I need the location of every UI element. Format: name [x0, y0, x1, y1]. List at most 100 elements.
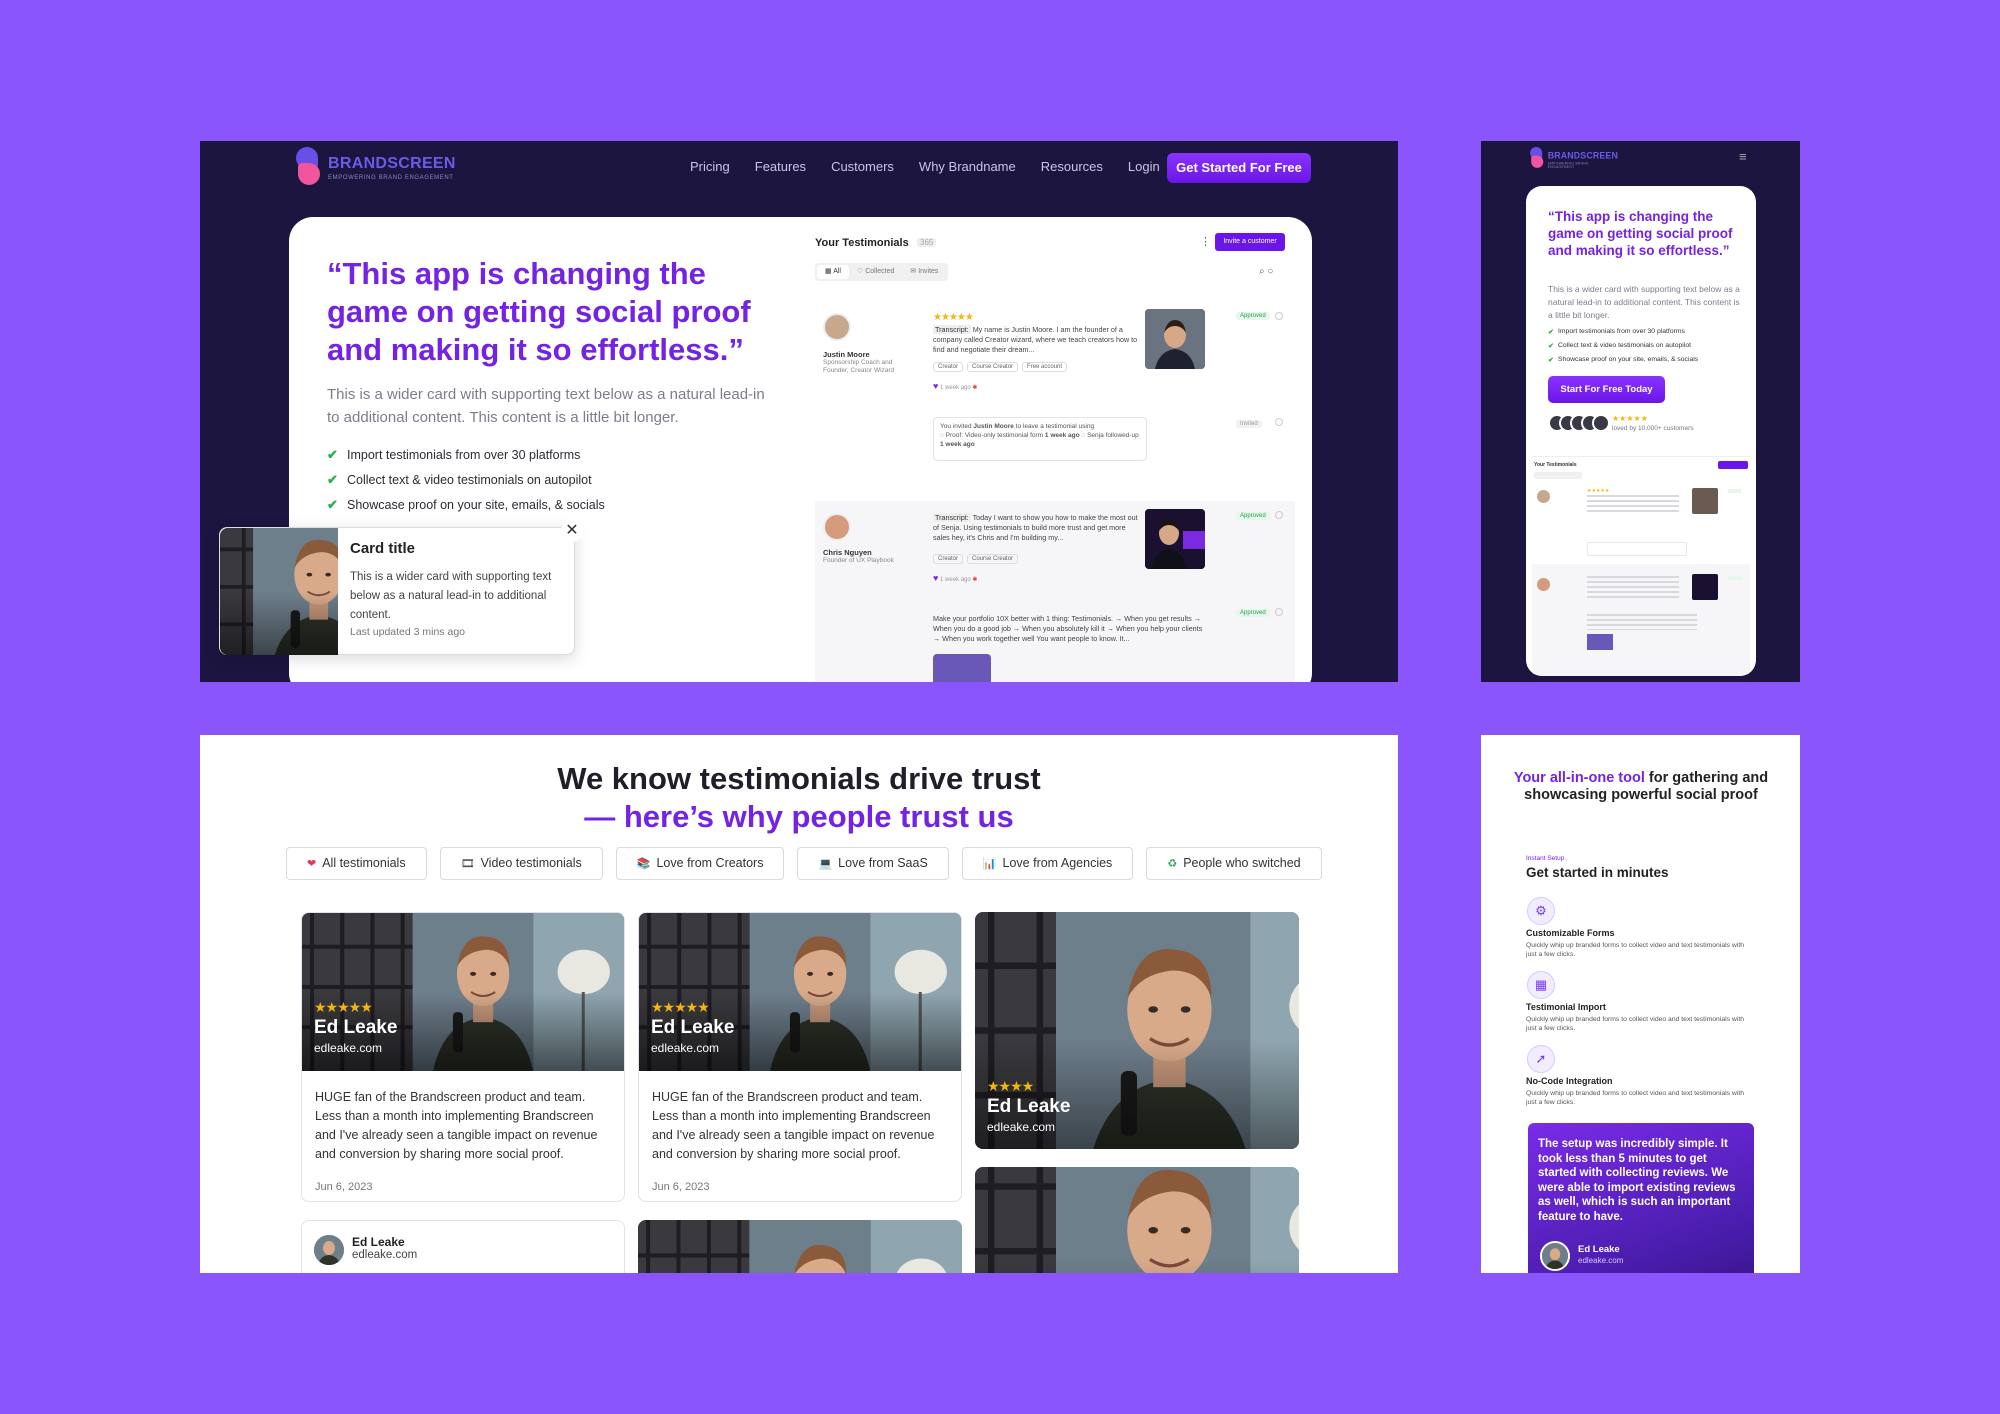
- nav-links: Pricing Features Customers Why Brandname…: [690, 159, 1185, 175]
- testimonial-card[interactable]: ★★★★★ Ed Leake edleake.com HUGE fan of t…: [301, 912, 625, 1202]
- reviewer-role: Sponsorship Coach and Founder, Creator W…: [823, 359, 895, 374]
- hero-quote: “This app is changing the game on gettin…: [327, 256, 751, 367]
- invite-customer-button[interactable]: Invite a customer: [1215, 233, 1285, 251]
- check-item: ✔ Showcase proof on your site, emails, & …: [1548, 356, 1699, 364]
- check-label: Import testimonials from over 30 platfor…: [347, 448, 581, 462]
- tag-chip[interactable]: Course Creator: [967, 362, 1019, 372]
- nav-link-features[interactable]: Features: [755, 159, 806, 175]
- nav-link-customers[interactable]: Customers: [831, 159, 894, 175]
- check-icon: ✔: [327, 497, 338, 512]
- tag-chip[interactable]: Free account: [1022, 362, 1068, 372]
- section-title: Get started in minutes: [1526, 865, 1669, 880]
- image-thumbnail[interactable]: [933, 654, 991, 682]
- check-item: ✔ Showcase proof on your site, emails, & …: [327, 497, 605, 522]
- flag-icon: ✱: [972, 577, 978, 583]
- feature-title: Testimonial Import: [1526, 1002, 1606, 1012]
- reviewer-site[interactable]: edleake.com: [1578, 1256, 1623, 1265]
- nav-link-pricing[interactable]: Pricing: [690, 159, 730, 175]
- check-icon: ✔: [327, 447, 338, 462]
- testimonial-text: Make your portfolio 10X better with 1 th…: [933, 614, 1203, 643]
- check-icon: ✔: [1548, 357, 1554, 364]
- brand-logo[interactable]: BRANDSCREEN EMPOWERING BRAND ENGAGEMENT: [294, 147, 474, 187]
- card-text: This is a wider card with supporting tex…: [350, 571, 552, 621]
- menu-icon[interactable]: ≡: [1739, 149, 1747, 164]
- computer-icon: 💻: [818, 858, 833, 870]
- reviewer-site[interactable]: edleake.com: [352, 1249, 417, 1261]
- tab-all[interactable]: ▦ All: [817, 265, 849, 279]
- nav-link-resources[interactable]: Resources: [1041, 159, 1103, 175]
- reviewer-name: Ed Leake: [314, 1017, 398, 1038]
- reviewer-site[interactable]: edleake.com: [987, 1120, 1055, 1134]
- video-testimonial-card[interactable]: [975, 1167, 1299, 1273]
- get-started-button[interactable]: Get Started For Free: [1167, 153, 1311, 183]
- testimonial-lines: [1587, 614, 1697, 630]
- quote-card: The setup was incredibly simple. It took…: [1528, 1123, 1754, 1273]
- hero-lead: This is a wider card with supporting tex…: [327, 386, 765, 426]
- select-radio[interactable]: [1275, 312, 1283, 320]
- start-free-button[interactable]: Start For Free Today: [1548, 376, 1665, 403]
- video-thumbnail[interactable]: [1145, 509, 1205, 569]
- more-icon[interactable]: ⋮: [1200, 235, 1211, 248]
- video-thumbnail[interactable]: [1145, 309, 1205, 369]
- section-heading: We know testimonials drive trust: [557, 761, 1041, 796]
- flag-icon: ✱: [972, 385, 978, 391]
- tab-invites[interactable]: ✉ Invites: [902, 265, 946, 279]
- reviewer-site[interactable]: edleake.com: [314, 1041, 382, 1055]
- nav-link-why-brandname[interactable]: Why Brandname: [919, 159, 1016, 175]
- video-thumbnail[interactable]: [1692, 488, 1718, 514]
- section-subheading: — here’s why people trust us: [584, 799, 1014, 834]
- testimonial-photo: [638, 1220, 962, 1273]
- feature-text: Quickly whip up branded forms to collect…: [1526, 1016, 1744, 1032]
- testimonial-text: HUGE fan of the Brandscreen product and …: [315, 1090, 598, 1161]
- check-icon: ✔: [1548, 343, 1554, 350]
- testimonials-panel: We know testimonials drive trust — here’…: [200, 735, 1398, 1273]
- select-radio[interactable]: [1275, 511, 1283, 519]
- image-thumbnail[interactable]: [1587, 634, 1613, 650]
- text-testimonial-card[interactable]: Ed Leake edleake.com: [301, 1220, 625, 1273]
- tag-chip[interactable]: Creator: [933, 362, 964, 372]
- select-radio[interactable]: [1275, 418, 1283, 426]
- nav-link-login[interactable]: Login: [1128, 159, 1160, 175]
- filter-tabs: ❤ All testimonials 🎞 Video testimonials 📚 L…: [286, 847, 1322, 880]
- filter-love-from-agencies[interactable]: 📊 Love from Agencies: [961, 847, 1134, 880]
- recycle-icon: ♻: [1167, 858, 1178, 870]
- select-radio[interactable]: [1275, 608, 1283, 616]
- status-badge: [1728, 576, 1741, 580]
- search-icon[interactable]: ⌕ ○: [1259, 266, 1273, 277]
- brand-logo[interactable]: BRANDSCREEN EMPOWERING BRAND ENGAGEMENT: [1529, 147, 1649, 169]
- check-label: Showcase proof on your site, emails, & s…: [347, 498, 605, 512]
- rating-stars: ★★★★★: [1612, 414, 1648, 423]
- tab-collected[interactable]: ♡ Collected: [849, 265, 902, 279]
- tag-chip[interactable]: Course Creator: [967, 554, 1019, 564]
- hero-quote: “This app is changing the game on gettin…: [1548, 209, 1733, 258]
- video-testimonial-card[interactable]: ★★★★ Ed Leake edleake.com: [975, 912, 1299, 1149]
- filter-video-testimonials[interactable]: 🎞 Video testimonials: [439, 847, 603, 880]
- video-thumbnail[interactable]: [1692, 574, 1718, 600]
- features-heading: Your all-in-one tool for gathering and s…: [1513, 770, 1769, 803]
- check-label: Collect text & video testimonials on aut…: [347, 473, 592, 487]
- invite-customer-button[interactable]: [1718, 461, 1748, 469]
- avatar: [1540, 1241, 1570, 1271]
- gear-icon: ⚙: [1527, 897, 1555, 925]
- video-testimonial-card[interactable]: [638, 1220, 962, 1273]
- check-item: ✔ Import testimonials from over 30 platfo…: [327, 447, 605, 472]
- filter-love-from-creators[interactable]: 📚 Love from Creators: [615, 847, 785, 880]
- close-icon[interactable]: ✕: [561, 520, 583, 542]
- filter-love-from-saas[interactable]: 💻 Love from SaaS: [797, 847, 949, 880]
- logo-icon: [294, 147, 322, 187]
- testimonial-card[interactable]: ★★★★★ Ed Leake edleake.com HUGE fan of t…: [638, 912, 962, 1202]
- filter-people-who-switched[interactable]: ♻ People who switched: [1146, 847, 1322, 880]
- testimonial-photo: [975, 1167, 1299, 1273]
- filter-all-testimonials[interactable]: ❤ All testimonials: [286, 847, 427, 880]
- rating-stars: ★★★★★: [1587, 488, 1610, 494]
- tag-chip[interactable]: Creator: [933, 554, 964, 564]
- rating-stars: ★★★★: [987, 1078, 1034, 1094]
- status-badge: Approved: [1236, 312, 1270, 320]
- reviewer-name: Ed Leake: [1578, 1244, 1620, 1255]
- reviewer-site[interactable]: edleake.com: [651, 1041, 719, 1055]
- check-item: ✔ Collect text & video testimonials on au…: [1548, 342, 1691, 350]
- heart-icon: ❤: [307, 858, 317, 870]
- dashboard-tabs[interactable]: [1534, 472, 1582, 479]
- quote-text: The setup was incredibly simple. It took…: [1538, 1138, 1736, 1223]
- avatar: [823, 513, 851, 541]
